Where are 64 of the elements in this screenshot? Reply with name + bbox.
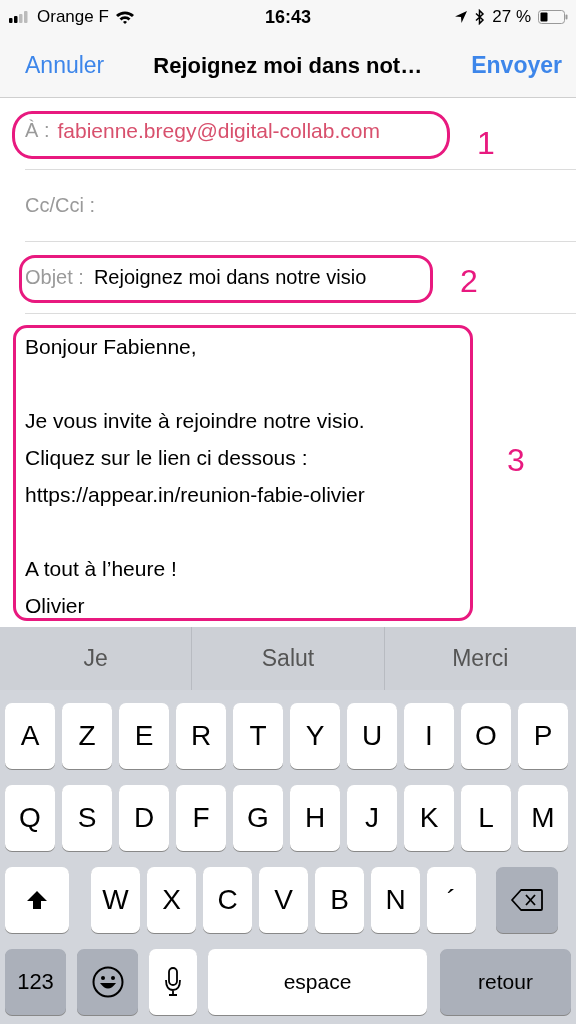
bluetooth-icon — [475, 9, 486, 25]
field-label: À : — [25, 119, 50, 142]
keyboard-key[interactable]: T — [233, 703, 283, 769]
body-text-line: https://appear.in/reunion-fabie-olivier — [25, 482, 365, 508]
keyboard-key[interactable]: Y — [290, 703, 340, 769]
shift-icon — [26, 890, 48, 910]
keyboard-key[interactable]: K — [404, 785, 454, 851]
keyboard-key[interactable]: E — [119, 703, 169, 769]
keyboard-key[interactable]: N — [371, 867, 420, 933]
keyboard-key[interactable]: ´ — [427, 867, 476, 933]
location-arrow-icon — [454, 10, 469, 24]
body-text-line: Je vous invite à rejoindre notre visio. — [25, 408, 365, 434]
keyboard-key[interactable]: D — [119, 785, 169, 851]
keyboard-key[interactable]: O — [461, 703, 511, 769]
space-key[interactable]: espace — [208, 949, 427, 1015]
delete-key[interactable] — [496, 867, 558, 933]
keyboard-key[interactable]: F — [176, 785, 226, 851]
annotation-number: 1 — [477, 127, 495, 159]
keyboard-key[interactable]: M — [518, 785, 568, 851]
keyboard-key[interactable]: Z — [62, 703, 112, 769]
keyboard-key[interactable]: H — [290, 785, 340, 851]
keyboard-key[interactable]: B — [315, 867, 364, 933]
suggestion[interactable]: Je — [0, 627, 193, 690]
carrier-name: Orange F — [37, 7, 109, 27]
keyboard-key[interactable]: Q — [5, 785, 55, 851]
shift-key[interactable] — [5, 867, 69, 933]
field-label: Cc/Cci : — [25, 194, 95, 217]
microphone-icon — [164, 967, 182, 997]
suggestion[interactable]: Salut — [192, 627, 385, 690]
subject-field[interactable]: Rejoignez moi dans notre visio — [93, 266, 367, 289]
message-title: Rejoignez moi dans not… — [153, 52, 423, 79]
signal-icon — [9, 11, 31, 23]
keyboard-key[interactable]: X — [147, 867, 196, 933]
recipient-address[interactable]: fabienne.bregy@digital-collab.com — [57, 118, 380, 143]
keyboard-key[interactable]: C — [203, 867, 252, 933]
battery-percent: 27 % — [492, 7, 531, 27]
suggestion[interactable]: Merci — [384, 627, 576, 690]
smiley-icon — [91, 966, 124, 998]
keyboard-key[interactable]: A — [5, 703, 55, 769]
status-time: 16:43 — [263, 6, 312, 28]
body-text-line: Olivier — [25, 593, 85, 619]
keyboard-key[interactable]: S — [62, 785, 112, 851]
numbers-key[interactable]: 123 — [5, 949, 66, 1015]
body-text-line: Cliquez sur le lien ci dessous : — [25, 445, 308, 471]
keyboard-key[interactable]: L — [461, 785, 511, 851]
backspace-icon — [511, 889, 543, 911]
body-text-line: Bonjour Fabienne, — [25, 334, 197, 360]
keyboard-key[interactable]: R — [176, 703, 226, 769]
keyboard-key[interactable]: V — [259, 867, 308, 933]
keyboard-key[interactable]: W — [91, 867, 140, 933]
microphone-key[interactable] — [149, 949, 197, 1015]
keyboard-key[interactable]: U — [347, 703, 397, 769]
annotation-number: 3 — [507, 444, 525, 476]
body-text-line: A tout à l’heure ! — [25, 556, 177, 582]
return-key[interactable]: retour — [440, 949, 571, 1015]
keyboard-key[interactable]: J — [347, 785, 397, 851]
emoji-key[interactable] — [77, 949, 138, 1015]
keyboard-key[interactable]: G — [233, 785, 283, 851]
keyboard-key[interactable]: P — [518, 703, 568, 769]
battery-icon — [538, 10, 568, 24]
field-label: Objet : — [25, 266, 84, 289]
annotation-number: 2 — [460, 265, 478, 297]
wifi-icon — [114, 10, 135, 24]
keyboard-key[interactable]: I — [404, 703, 454, 769]
